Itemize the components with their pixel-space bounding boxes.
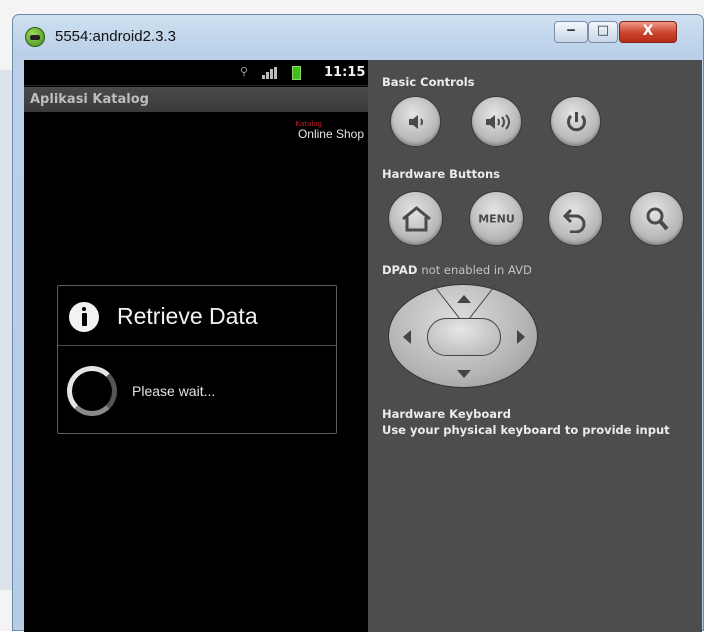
dialog-message: Please wait... (132, 383, 216, 399)
app-title: Aplikasi Katalog (30, 92, 149, 107)
app-title-bar: Aplikasi Katalog (24, 87, 368, 112)
dialog-title: Retrieve Data (117, 303, 258, 329)
dpad-up-icon (457, 295, 471, 303)
hardware-keyboard-note: Use your physical keyboard to provide in… (382, 423, 670, 437)
back-icon (562, 208, 586, 233)
dpad-down-icon (457, 370, 471, 378)
battery-icon (292, 66, 301, 80)
brand-main-text: Online Shop (297, 127, 364, 141)
device-screen[interactable]: ⚲ 11:15 Aplikasi Katalog Katalog Online … (24, 60, 368, 632)
menu-button[interactable]: MENU (469, 191, 524, 246)
volume-down-icon (409, 114, 423, 129)
signal-icon (262, 67, 277, 79)
minimize-button[interactable]: ‒ (554, 21, 588, 43)
emulator-window: 5554:android2.3.3 ‒ □ X ⚲ 11:15 Aplikasi… (12, 14, 704, 632)
desktop-edge (0, 70, 12, 590)
dpad-left-icon (403, 330, 411, 344)
hardware-keyboard-label: Hardware Keyboard (382, 407, 511, 421)
close-icon: X (642, 23, 654, 39)
progress-dialog: Retrieve Data Please wait... (57, 285, 337, 434)
volume-up-icon (486, 113, 510, 130)
power-button[interactable] (550, 96, 601, 147)
home-button[interactable] (388, 191, 443, 246)
dpad-note: not enabled in AVD (421, 263, 532, 277)
android-app-icon (25, 27, 45, 47)
search-icon (646, 207, 669, 230)
hardware-buttons-label: Hardware Buttons (382, 167, 501, 181)
close-button[interactable]: X (619, 21, 677, 43)
brand-logo: Katalog Online Shop (296, 121, 364, 141)
dpad-label-text: DPAD (382, 263, 418, 277)
dpad-center-button (427, 318, 501, 356)
back-button[interactable] (548, 191, 603, 246)
usb-icon: ⚲ (240, 65, 249, 78)
emulator-client-area: ⚲ 11:15 Aplikasi Katalog Katalog Online … (24, 60, 702, 632)
minimize-icon: ‒ (566, 23, 576, 38)
search-button[interactable] (629, 191, 684, 246)
status-time: 11:15 (324, 65, 366, 80)
menu-icon: MENU (478, 212, 515, 225)
dpad-label: DPAD not enabled in AVD (382, 263, 532, 277)
power-icon (567, 111, 586, 131)
loading-spinner-icon (67, 366, 117, 416)
window-title: 5554:android2.3.3 (55, 28, 176, 45)
status-bar: ⚲ 11:15 (24, 60, 368, 86)
dialog-header: Retrieve Data (58, 286, 336, 346)
dpad (388, 284, 538, 388)
info-icon (69, 302, 99, 332)
volume-down-button[interactable] (390, 96, 441, 147)
dpad-right-icon (517, 330, 525, 344)
window-titlebar[interactable]: 5554:android2.3.3 ‒ □ X (13, 15, 703, 61)
maximize-button[interactable]: □ (588, 21, 618, 43)
basic-controls-label: Basic Controls (382, 75, 475, 89)
controls-panel: Basic Controls Hardware Buttons MENU DPA… (368, 60, 702, 632)
home-icon (402, 205, 431, 231)
volume-up-button[interactable] (471, 96, 522, 147)
maximize-icon: □ (596, 23, 610, 38)
